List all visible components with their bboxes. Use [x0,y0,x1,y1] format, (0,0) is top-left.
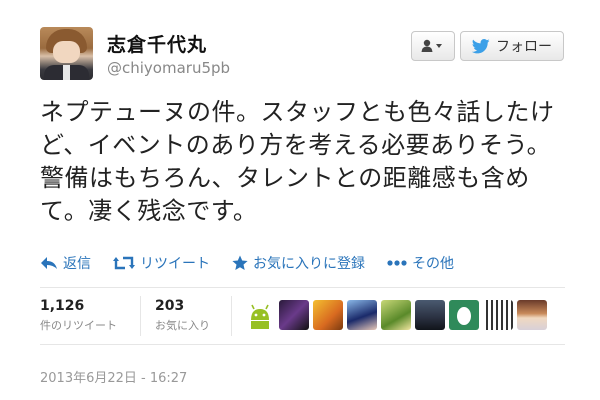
favorite-action[interactable]: お気に入りに登録 [232,253,365,273]
favorite-label: お気に入りに登録 [253,256,365,272]
favoriter-avatar[interactable] [245,300,275,330]
favoriter-avatar[interactable] [483,300,513,330]
android-icon [245,300,275,330]
tweet-text: ネプテューヌの件。スタッフとも色々話したけど、イベントのあり方を考える必要ありそ… [40,98,555,225]
reply-label: 返信 [63,256,91,272]
divider [40,344,565,345]
avatar[interactable] [40,27,93,80]
divider [40,287,565,288]
user-icon [421,39,442,52]
retweet-icon [113,256,135,270]
retweet-count-label: 件のリツイート [40,319,117,332]
favoriter-avatar[interactable] [347,300,377,330]
tweet-actions: 返信 リツイート お気に入りに登録 その他 [40,252,454,274]
more-action[interactable]: その他 [387,253,454,273]
egg-icon [457,307,471,325]
retweet-stat[interactable]: 1,126 件のリツイート [40,298,117,333]
reply-icon [41,257,57,269]
favoriter-avatar[interactable] [381,300,411,330]
retweet-count: 1,126 [40,298,85,314]
user-handle[interactable]: @chiyomaru5pb [107,59,230,77]
more-icon [387,260,407,266]
divider [231,296,232,336]
favoriter-avatar[interactable] [279,300,309,330]
favoriters-list [245,300,547,330]
follow-button[interactable]: フォロー [460,31,564,61]
divider [140,296,141,336]
twitter-bird-icon [472,38,490,53]
retweet-action[interactable]: リツイート [113,253,210,273]
more-label: その他 [412,256,454,272]
star-icon [232,255,248,270]
favoriter-avatar[interactable] [415,300,445,330]
favoriter-avatar[interactable] [313,300,343,330]
tweet-card: 志倉千代丸 @chiyomaru5pb フォロー ネプテューヌの件。スタッフとも… [0,0,600,400]
follow-label: フォロー [496,39,552,55]
display-name[interactable]: 志倉千代丸 [107,30,207,57]
favorite-count: 203 [155,298,185,314]
favoriter-avatar[interactable] [517,300,547,330]
favoriter-avatar[interactable] [449,300,479,330]
favorite-count-label: お気に入り [155,319,210,332]
user-actions-button[interactable] [411,31,455,61]
reply-action[interactable]: 返信 [40,253,91,273]
favorite-stat[interactable]: 203 お気に入り [155,298,210,333]
retweet-label: リツイート [140,256,210,272]
tweet-timestamp[interactable]: 2013年6月22日 - 16:27 [40,367,187,386]
